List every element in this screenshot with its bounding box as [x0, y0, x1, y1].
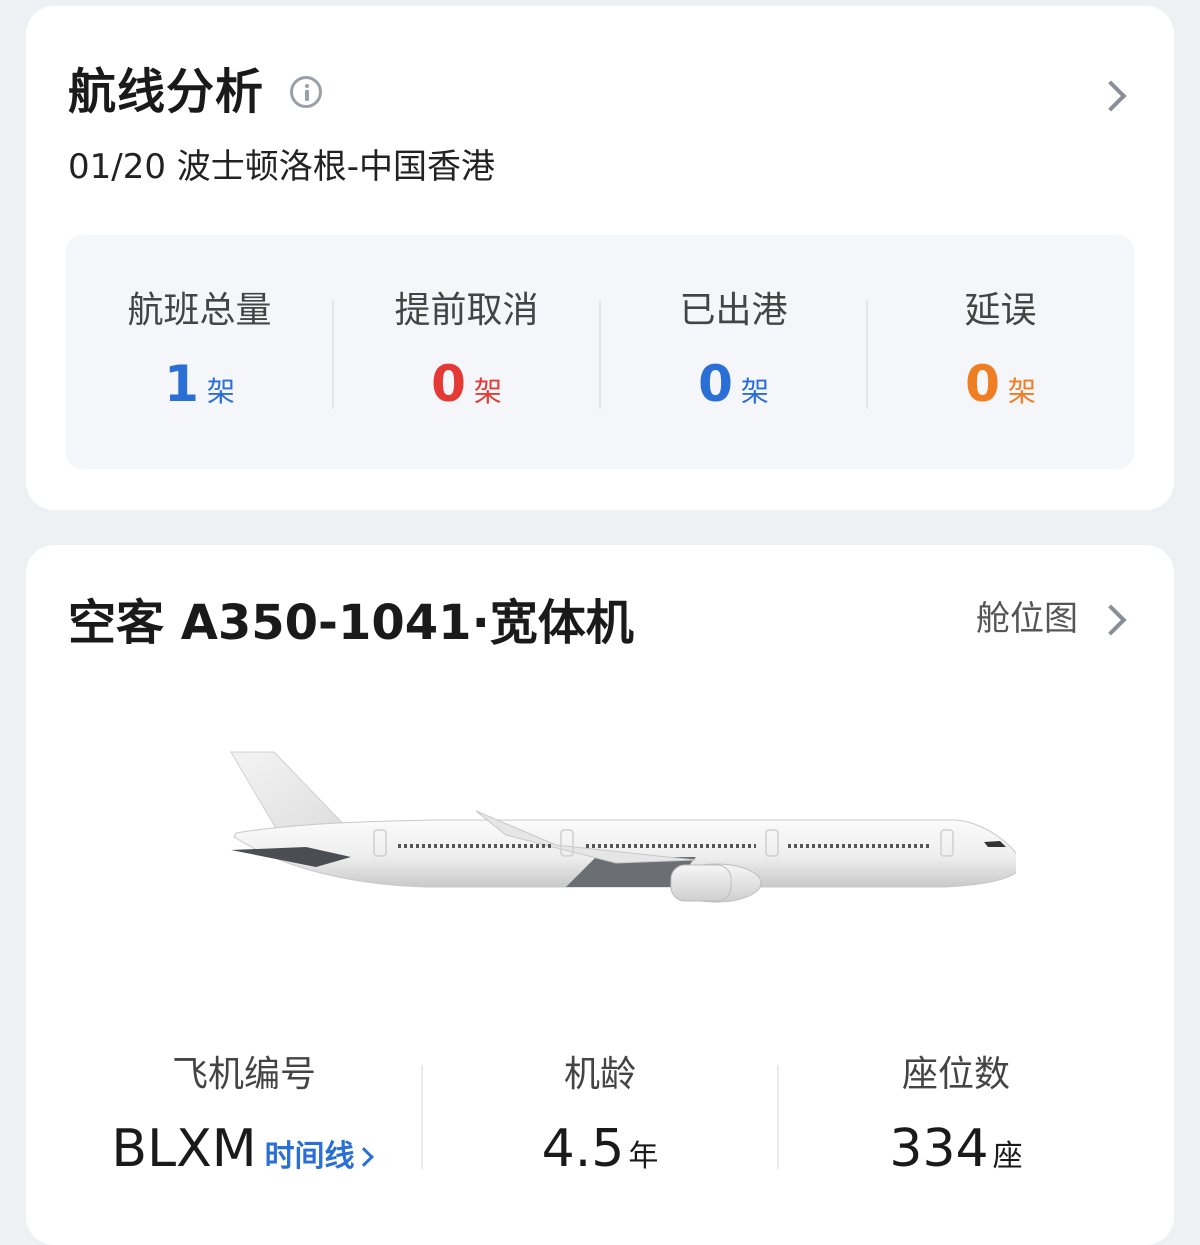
stat-delayed: 延误 0 架 [867, 235, 1134, 469]
aircraft-type-title: 空客 A350-1041·宽体机 [68, 595, 634, 651]
spec-registration: 飞机编号 BLXM 时间线 [64, 1055, 424, 1175]
stat-unit: 架 [1007, 375, 1036, 408]
route-subtitle: 01/20 波士顿洛根-中国香港 [68, 147, 496, 187]
stat-label: 延误 [964, 290, 1037, 331]
stat-value: 0 [431, 355, 466, 413]
age-unit: 年 [628, 1138, 659, 1174]
seat-count-unit: 座 [992, 1138, 1023, 1174]
seat-map-link[interactable]: 舱位图 [976, 600, 1078, 638]
spec-label: 机龄 [563, 1054, 636, 1095]
spec-label: 飞机编号 [171, 1054, 316, 1095]
chevron-right-icon[interactable] [1095, 604, 1127, 636]
stat-label: 航班总量 [127, 290, 272, 331]
route-analysis-card[interactable]: 航线分析 01/20 波士顿洛根-中国香港 航班总量 1 架 提前取消 0 架 … [26, 6, 1174, 510]
stat-cancelled: 提前取消 0 架 [333, 235, 600, 469]
stat-label: 已出港 [679, 290, 788, 331]
timeline-link[interactable]: 时间线 [265, 1141, 355, 1172]
stat-value: 0 [698, 355, 733, 413]
aircraft-info-card: 空客 A350-1041·宽体机 舱位图 飞机编号 BLXM 时间线 机龄 4.… [26, 545, 1174, 1245]
registration-value: BLXM [111, 1118, 257, 1179]
stat-departed: 已出港 0 架 [600, 235, 867, 469]
stat-total-flights: 航班总量 1 架 [66, 235, 333, 469]
stat-unit: 架 [473, 375, 502, 408]
stat-value: 1 [164, 355, 199, 413]
stat-unit: 架 [206, 375, 235, 408]
stat-value: 0 [965, 355, 1000, 413]
flight-stats-panel: 航班总量 1 架 提前取消 0 架 已出港 0 架 延误 0 架 [66, 235, 1134, 469]
chevron-right-icon[interactable] [353, 1146, 374, 1167]
chevron-right-icon[interactable] [1095, 80, 1127, 112]
spec-label: 座位数 [901, 1054, 1010, 1095]
info-icon[interactable] [290, 76, 322, 108]
stat-unit: 架 [740, 375, 769, 408]
route-analysis-title: 航线分析 [68, 64, 265, 120]
aircraft-illustration [230, 751, 1016, 903]
spec-aircraft-age: 机龄 4.5 年 [420, 1055, 780, 1175]
age-value: 4.5 [541, 1118, 625, 1179]
seat-count-value: 334 [889, 1118, 989, 1179]
spec-seat-count: 座位数 334 座 [776, 1055, 1136, 1175]
stat-label: 提前取消 [394, 290, 539, 331]
